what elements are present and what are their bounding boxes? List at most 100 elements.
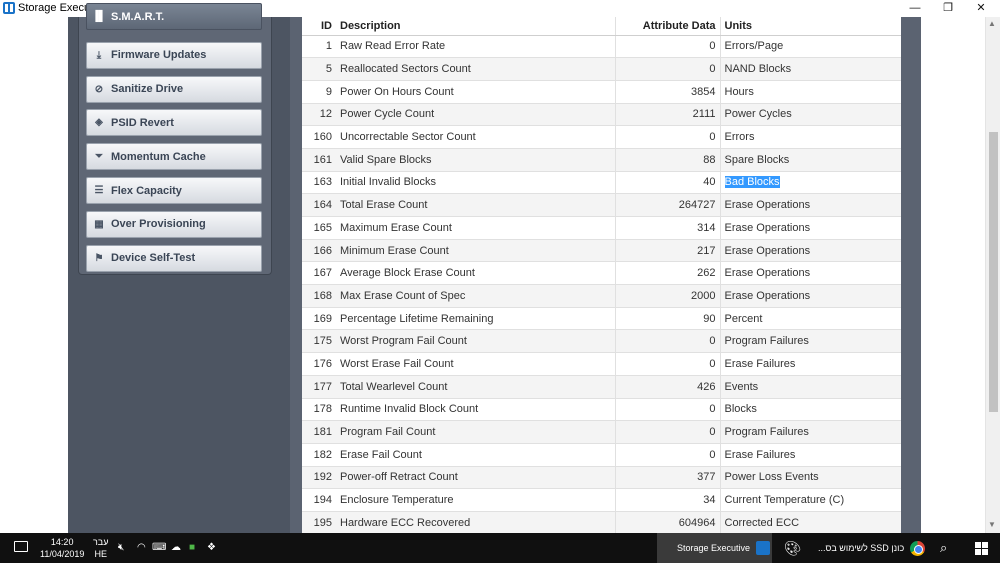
- table-row[interactable]: 165 Maximum Erase Count 314 Erase Operation…: [302, 216, 901, 240]
- table-row[interactable]: 160 Uncorrectable Sector Count 0 Errors: [302, 125, 901, 149]
- table-row[interactable]: 169 Percentage Lifetime Remaining 90 Percen…: [302, 306, 901, 330]
- maximize-button[interactable]: ❐: [931, 0, 965, 17]
- cell-id: 12: [302, 102, 336, 126]
- cell-id: 195: [302, 510, 336, 533]
- sidebar-item-firmware-updates[interactable]: ⤓ Firmware Updates: [86, 41, 262, 69]
- sidebar-item-s-m-a-r-t[interactable]: ▐▌ S.M.A.R.T.: [86, 3, 262, 30]
- minimize-button[interactable]: —: [898, 0, 932, 17]
- cell-units: Power Loss Events: [720, 465, 901, 489]
- chart-bars-icon: ▐▌: [91, 11, 107, 22]
- column-header-attribute-data[interactable]: Attribute Data: [615, 17, 721, 36]
- right-margin: [921, 17, 985, 533]
- table-row[interactable]: 178 Runtime Invalid Block Count 0 Blocks: [302, 397, 901, 421]
- cell-description: Erase Fail Count: [336, 442, 616, 467]
- cell-description: Total Wearlevel Count: [336, 374, 616, 398]
- table-row[interactable]: 1 Raw Read Error Rate 0 Errors/Page: [302, 34, 901, 58]
- table-row[interactable]: 181 Program Fail Count 0 Program Failures: [302, 420, 901, 444]
- app-tray-icon[interactable]: ■: [189, 542, 195, 554]
- search-icon[interactable]: ⌕: [940, 540, 947, 556]
- table-row[interactable]: 5 Reallocated Sectors Count 0 NAND Blocks: [302, 57, 901, 81]
- sidebar-item-flex-capacity[interactable]: ☰ Flex Capacity: [86, 177, 262, 204]
- cell-description: Uncorrectable Sector Count: [336, 125, 616, 149]
- cell-description: Power-off Retract Count: [336, 465, 616, 489]
- table-row[interactable]: 163 Initial Invalid Blocks 40 Bad Blocks: [302, 170, 901, 194]
- taskbar-paint[interactable]: 🎨︎: [775, 533, 810, 563]
- cell-units: Program Failures: [720, 329, 901, 353]
- sidebar-item-over-provisioning[interactable]: ▦ Over Provisioning: [86, 210, 262, 238]
- volume-icon[interactable]: 🔇︎: [118, 542, 124, 554]
- table-row[interactable]: 164 Total Erase Count 264727 Erase Operatio…: [302, 193, 901, 217]
- cell-attribute-data: 0: [615, 442, 721, 467]
- column-header-units[interactable]: Units: [720, 17, 901, 36]
- cell-description: Runtime Invalid Block Count: [336, 397, 616, 421]
- sidebar-item-sanitize-drive[interactable]: ⊘ Sanitize Drive: [86, 75, 262, 103]
- dropbox-icon[interactable]: ❖: [207, 542, 216, 554]
- table-row[interactable]: 161 Valid Spare Blocks 88 Spare Blocks: [302, 147, 901, 172]
- table-row[interactable]: 182 Erase Fail Count 0 Erase Failures: [302, 442, 901, 467]
- cell-units: Events: [720, 374, 901, 398]
- storage-executive-icon: [756, 541, 771, 555]
- column-header-id[interactable]: ID: [302, 17, 336, 36]
- table-row[interactable]: 12 Power Cycle Count 2111 Power Cycles: [302, 102, 901, 126]
- cell-attribute-data: 0: [615, 352, 721, 376]
- cell-description: Initial Invalid Blocks: [336, 170, 616, 194]
- cell-id: 9: [302, 79, 336, 104]
- table-row[interactable]: 9 Power On Hours Count 3854 Hours: [302, 79, 901, 104]
- cell-attribute-data: 0: [615, 397, 721, 421]
- sidebar-item-device-self-test[interactable]: ⚑ Device Self-Test: [86, 244, 262, 272]
- prohibited-icon: ⊘: [94, 83, 104, 95]
- cell-attribute-data: 217: [615, 238, 721, 262]
- cell-id: 192: [302, 465, 336, 489]
- table-row[interactable]: 168 Max Erase Count of Spec 2000 Erase Oper…: [302, 284, 901, 308]
- cell-attribute-data: 40: [615, 170, 721, 194]
- taskbar-clock[interactable]: 14:20 11/04/2019: [40, 536, 84, 560]
- table-row[interactable]: 176 Worst Erase Fail Count 0 Erase Failures: [302, 352, 901, 376]
- action-center-icon[interactable]: [14, 541, 28, 552]
- smart-attributes-table[interactable]: ID Description Attribute Data Units 1 Raw…: [302, 17, 901, 533]
- start-windows-icon[interactable]: [975, 542, 988, 555]
- taskbar-chrome[interactable]: כונן SSD לשימוש בס...: [812, 533, 927, 563]
- table-header-row: ID Description Attribute Data Units: [302, 17, 901, 36]
- table-row[interactable]: 177 Total Wearlevel Count 426 Events: [302, 374, 901, 398]
- cell-description: Valid Spare Blocks: [336, 147, 616, 172]
- content-border-right: [901, 17, 921, 533]
- table-row[interactable]: 195 Hardware ECC Recovered 604964 Corrected…: [302, 510, 901, 533]
- cell-description: Percentage Lifetime Remaining: [336, 306, 616, 330]
- ime-icon[interactable]: ⌨︎: [152, 542, 166, 554]
- scroll-down-arrow-icon[interactable]: ▼: [988, 520, 996, 530]
- cell-units: Erase Operations: [720, 216, 901, 240]
- funnel-icon: ⏷: [95, 151, 103, 163]
- cell-id: 5: [302, 57, 336, 81]
- sidebar-item-momentum-cache[interactable]: ⏷ Momentum Cache: [86, 143, 262, 171]
- vertical-scrollbar[interactable]: ▲ ▼: [985, 17, 1000, 533]
- cell-attribute-data: 2111: [615, 102, 721, 126]
- paint-icon: 🎨︎: [783, 539, 802, 556]
- cloud-icon[interactable]: ☁︎: [171, 542, 181, 554]
- cell-description: Reallocated Sectors Count: [336, 57, 616, 81]
- table-row[interactable]: 166 Minimum Erase Count 217 Erase Operation…: [302, 238, 901, 262]
- taskbar-storage-executive[interactable]: Storage Executive: [657, 533, 772, 563]
- table-row[interactable]: 167 Average Block Erase Count 262 Erase Ope…: [302, 261, 901, 285]
- table-row[interactable]: 175 Worst Program Fail Count 0 Program Fail…: [302, 329, 901, 353]
- cell-id: 176: [302, 352, 336, 376]
- cell-id: 194: [302, 488, 336, 512]
- cell-attribute-data: 0: [615, 125, 721, 149]
- cell-attribute-data: 0: [615, 34, 721, 58]
- language-name: עבר: [93, 537, 109, 547]
- scrollbar-thumb[interactable]: [989, 132, 998, 412]
- cell-attribute-data: 0: [615, 329, 721, 353]
- column-header-description[interactable]: Description: [336, 17, 616, 36]
- cell-description: Total Erase Count: [336, 193, 616, 217]
- scroll-up-arrow-icon[interactable]: ▲: [988, 19, 996, 29]
- task-label: כונן SSD לשימוש בס...: [818, 543, 905, 553]
- cell-attribute-data: 377: [615, 465, 721, 489]
- table-row[interactable]: 194 Enclosure Temperature 34 Current Temper…: [302, 488, 901, 512]
- table-row[interactable]: 192 Power-off Retract Count 377 Power Loss …: [302, 465, 901, 489]
- cell-units: Erase Operations: [720, 238, 901, 262]
- sidebar-item-psid-revert[interactable]: ◈ PSID Revert: [86, 109, 262, 137]
- close-button[interactable]: ✕: [964, 0, 998, 17]
- wifi-icon[interactable]: ◠: [137, 542, 146, 554]
- cell-description: Power Cycle Count: [336, 102, 616, 126]
- language-indicator[interactable]: עבר HE: [93, 536, 108, 560]
- cell-description: Raw Read Error Rate: [336, 34, 616, 58]
